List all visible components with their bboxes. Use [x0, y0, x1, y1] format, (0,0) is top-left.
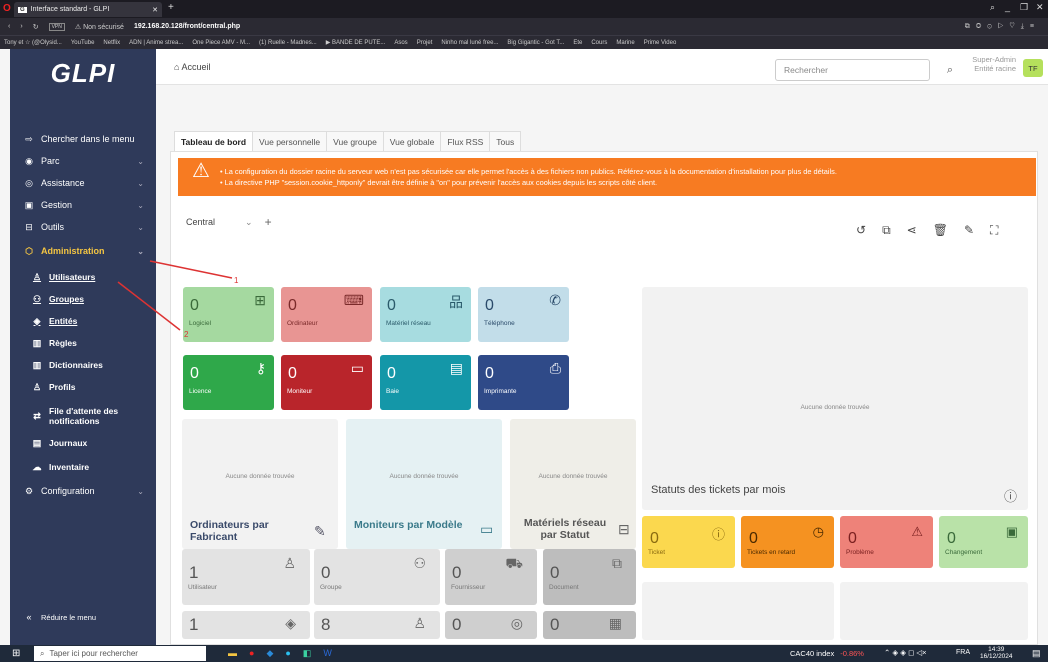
- card-fournisseur[interactable]: 0 Fournisseur ⛟: [445, 549, 537, 605]
- no-data-text: Aucune donnée trouvée: [800, 404, 870, 411]
- widget-title: Statuts des tickets par mois: [651, 484, 786, 496]
- taskbar-search[interactable]: ⌕ Taper ici pour rechercher: [34, 646, 206, 661]
- card-tickets-retard[interactable]: 0 Tickets en retard ◷: [741, 516, 834, 568]
- card-value: 0: [550, 615, 560, 634]
- card-value: 1: [189, 615, 199, 634]
- card-probleme[interactable]: 0 Problème ⚠: [840, 516, 933, 568]
- file-explorer-icon[interactable]: ▬: [228, 648, 237, 659]
- clock-time: 14:39: [988, 646, 1005, 653]
- no-data-text: Aucune donnée trouvée: [225, 473, 295, 480]
- card-groupe[interactable]: 0 Groupe ⚇: [314, 549, 440, 605]
- annotation-arrow-2: [117, 281, 181, 331]
- card-value: 0: [947, 530, 956, 547]
- card-value: 0: [452, 615, 462, 634]
- clock-icon: ◷: [812, 524, 824, 539]
- widget-title: Moniteurs par Modèle: [354, 519, 463, 531]
- annotation-label-2: 2: [184, 330, 189, 339]
- profile-icon: ♙: [413, 615, 426, 631]
- warning-icon: ⚠: [911, 524, 923, 539]
- layers-icon: ◈: [285, 615, 296, 631]
- no-data-text: Aucune donnée trouvée: [389, 473, 459, 480]
- card-row3-2[interactable]: 8 ♙: [314, 611, 440, 639]
- card-row3-1[interactable]: 1 ◈: [182, 611, 310, 639]
- system-tray-icons[interactable]: ⌃ ◈ ◈ ◻ ◁×: [884, 648, 927, 657]
- widget-placeholder-right: [840, 582, 1028, 640]
- card-label: Ticket: [648, 549, 666, 556]
- clipboard-icon: ▣: [1005, 524, 1018, 539]
- app-icon[interactable]: ◆: [266, 648, 273, 659]
- opera-icon[interactable]: ●: [249, 648, 254, 659]
- widget-placeholder-left: [642, 582, 834, 640]
- card-row3-4[interactable]: 0 ▦: [543, 611, 636, 639]
- card-ticket[interactable]: 0 Ticket ⓘ: [642, 516, 735, 568]
- card-utilisateur[interactable]: 1 Utilisateur ♙: [182, 549, 310, 605]
- card-label: Problème: [846, 549, 874, 556]
- user-icon: ♙: [283, 555, 296, 571]
- alert-circle-icon: ⓘ: [711, 527, 725, 542]
- document-icon: ⧉: [612, 555, 622, 571]
- clock[interactable]: 14:39 16/12/2024: [980, 646, 1013, 660]
- annotation-label-1: 1: [234, 276, 239, 285]
- stock-name: CAC40 index: [790, 649, 835, 658]
- taskbar-apps: ▬ ● ◆ ● ◧ W: [228, 648, 332, 659]
- card-value: 0: [650, 530, 659, 547]
- supplier-icon: ⛟: [505, 555, 523, 571]
- card-value: 0: [452, 563, 462, 582]
- widget-materiels-statut[interactable]: Aucune donnée trouvée Matériels réseau p…: [510, 419, 636, 549]
- target-icon: ◎: [510, 615, 523, 631]
- notification-icon[interactable]: ▤: [1032, 648, 1041, 659]
- card-changement[interactable]: 0 Changement ▣: [939, 516, 1028, 568]
- card-label: Fournisseur: [451, 584, 486, 591]
- users-icon: ⚇: [413, 555, 426, 571]
- card-label: Document: [549, 584, 579, 591]
- word-icon[interactable]: W: [323, 648, 332, 659]
- stock-widget[interactable]: CAC40 index -0.86%: [790, 649, 864, 658]
- network-icon: ⊟: [618, 521, 630, 537]
- card-label: Utilisateur: [188, 584, 217, 591]
- grid-icon: ▦: [608, 615, 622, 631]
- taskbar-search-placeholder: Taper ici pour rechercher: [49, 649, 138, 658]
- card-value: 0: [321, 563, 331, 582]
- widget-ordinateurs-fabricant[interactable]: Aucune donnée trouvée Ordinateurs par Fa…: [182, 419, 338, 549]
- stock-change: -0.86%: [840, 649, 864, 658]
- clock-date: 16/12/2024: [980, 653, 1013, 660]
- card-label: Groupe: [320, 584, 342, 591]
- card-value: 0: [749, 530, 758, 547]
- card-label: Changement: [945, 549, 983, 556]
- edit-chart-icon: ✎: [314, 523, 326, 539]
- card-value: 0: [550, 563, 560, 582]
- windows-taskbar: ⊞ ⌕ Taper ici pour rechercher ▬ ● ◆ ● ◧ …: [0, 645, 1048, 662]
- card-value: 1: [189, 563, 199, 582]
- app-icon[interactable]: ●: [285, 648, 290, 659]
- card-row3-3[interactable]: 0 ◎: [445, 611, 537, 639]
- language-indicator[interactable]: FRA: [956, 649, 970, 656]
- card-value: 8: [321, 615, 331, 634]
- widget-title: Ordinateurs par Fabricant: [190, 519, 269, 543]
- no-data-text: Aucune donnée trouvée: [538, 473, 608, 480]
- windows-start-icon[interactable]: ⊞: [12, 648, 20, 659]
- info-icon: ⓘ: [1004, 489, 1018, 504]
- app-icon[interactable]: ◧: [303, 648, 312, 659]
- annotation-arrow-1: [149, 260, 233, 279]
- widget-moniteurs-modele[interactable]: Aucune donnée trouvée Moniteurs par Modè…: [346, 419, 502, 549]
- search-icon: ⌕: [40, 648, 45, 658]
- widget-title: Matériels réseau par Statut: [523, 517, 607, 541]
- monitor-icon: ▭: [480, 521, 494, 537]
- card-label: Tickets en retard: [747, 549, 796, 556]
- card-value: 0: [848, 530, 857, 547]
- card-document[interactable]: 0 Document ⧉: [543, 549, 636, 605]
- widget-tickets-status[interactable]: Aucune donnée trouvée Statuts des ticket…: [642, 287, 1028, 510]
